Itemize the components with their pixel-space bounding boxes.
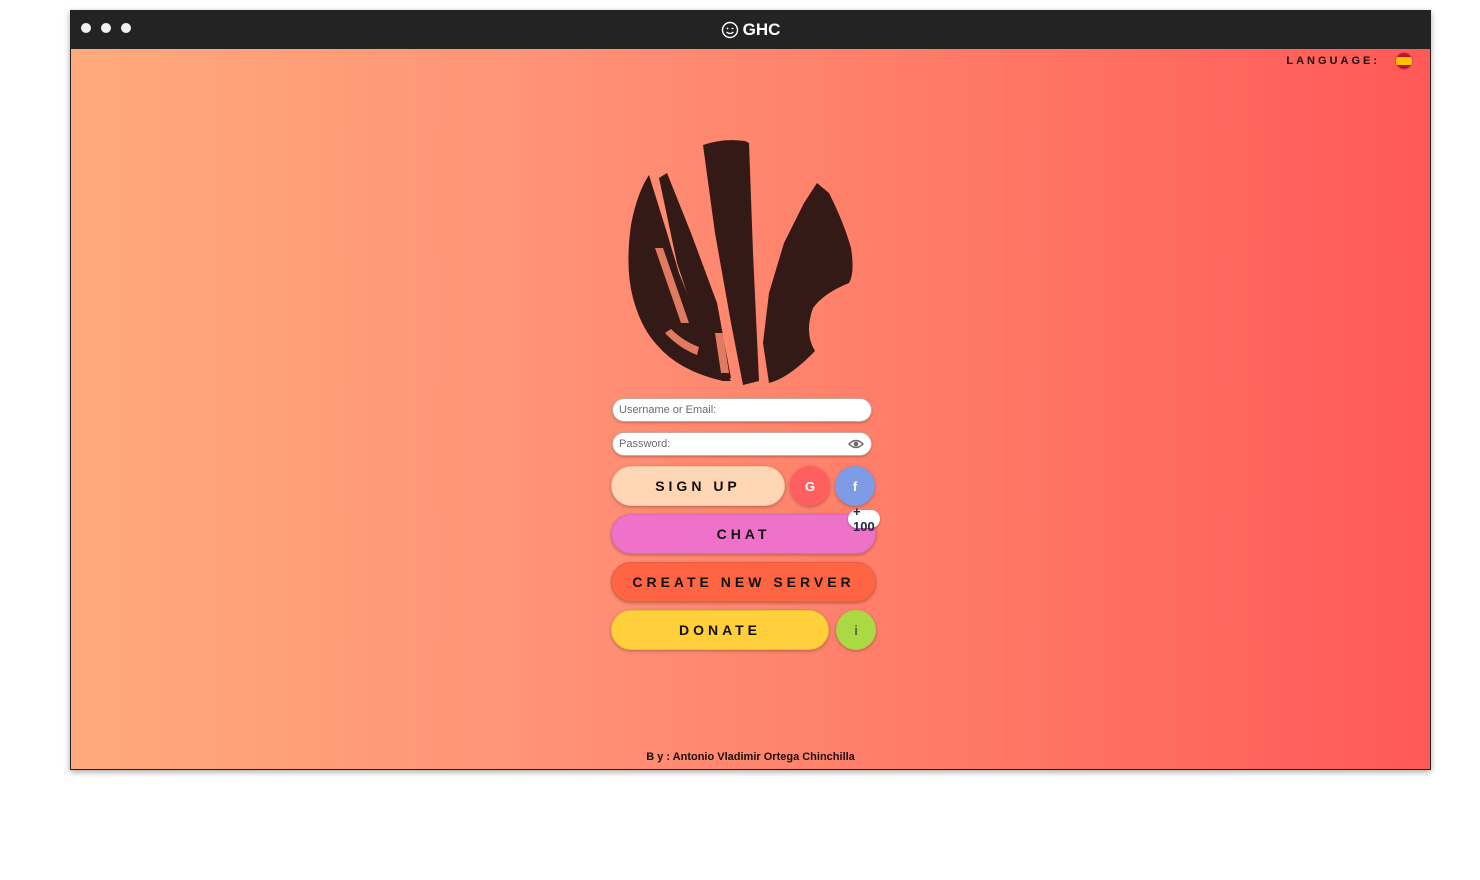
password-input[interactable] — [613, 433, 839, 455]
smiley-icon — [721, 21, 738, 39]
ghc-logo — [628, 140, 853, 385]
donate-row: DONATE i — [611, 610, 877, 650]
facebook-login-button[interactable]: f — [835, 466, 875, 506]
language-selector[interactable]: LANGUAGE: — [1286, 53, 1412, 69]
chat-button[interactable]: CHAT — [611, 514, 876, 554]
window-title: GHC — [71, 11, 1430, 49]
donate-button[interactable]: DONATE — [611, 610, 829, 650]
login-form: SIGN UP G f CHAT + 100 CREATE NEW SERVER… — [611, 398, 880, 658]
spain-flag-icon[interactable] — [1396, 53, 1412, 69]
title-bar: GHC — [71, 11, 1430, 49]
window-title-text: GHC — [742, 20, 781, 39]
signup-row: SIGN UP G f — [611, 466, 877, 506]
signup-button[interactable]: SIGN UP — [611, 466, 785, 506]
create-server-row: CREATE NEW SERVER — [611, 562, 877, 602]
chat-row: CHAT + 100 — [611, 504, 880, 554]
password-field-wrapper — [612, 432, 872, 456]
username-field-wrapper — [612, 398, 872, 422]
create-server-button[interactable]: CREATE NEW SERVER — [611, 562, 876, 602]
chat-users-badge: + 100 — [848, 504, 880, 534]
username-input[interactable] — [613, 399, 839, 421]
app-window: GHC LANGUAGE: Username or Email: SIGN UP… — [70, 10, 1431, 770]
info-button[interactable]: i — [836, 610, 876, 650]
main-content: LANGUAGE: Username or Email: SIGN UP G f… — [71, 49, 1430, 769]
eye-icon[interactable] — [848, 438, 864, 450]
language-label: LANGUAGE: — [1286, 55, 1380, 67]
author-credit: B y : Antonio Vladimir Ortega Chinchilla — [646, 751, 855, 763]
google-login-button[interactable]: G — [790, 466, 830, 506]
